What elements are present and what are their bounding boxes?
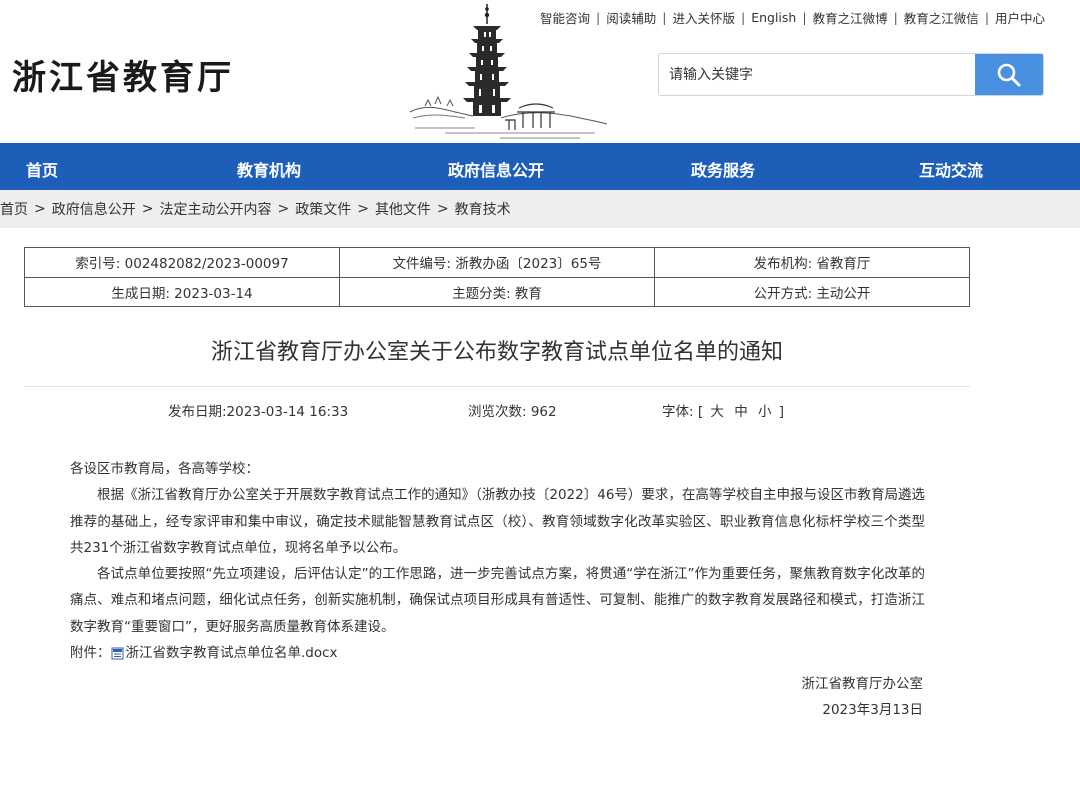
table-row: 索引号: 002482082/2023-00097 文件编号: 浙教办函〔202… [24,247,970,278]
font-size-large-button[interactable]: 大 [710,404,724,420]
breadcrumb-gov-info[interactable]: 政府信息公开 [52,199,136,219]
title-divider [24,386,970,387]
signature-date: 2023年3月13日 [822,702,923,718]
separator: | [984,10,990,25]
link-weibo[interactable]: 教育之江微博 [813,8,888,27]
view-count: 浏览次数: 962 [468,404,557,420]
breadcrumb-other-docs[interactable]: 其他文件 [375,199,431,219]
attachment-row: 附件： 浙江省数字教育试点单位名单.docx [70,640,925,666]
salutation: 各设区市教育局，各高等学校： [70,461,259,477]
breadcrumb-separator: > [141,201,154,217]
meta-index-no: 索引号: 002482082/2023-00097 [24,247,340,278]
breadcrumb-home[interactable]: 首页 [0,199,28,219]
article-paragraph: 各试点单位要按照“先立项建设，后评估认定”的工作思路，进一步完善试点方案，将贯通… [70,566,925,635]
breadcrumb-separator: > [277,201,290,217]
search-button[interactable] [975,54,1043,95]
separator: | [740,10,746,25]
breadcrumb-legal-disclosure[interactable]: 法定主动公开内容 [159,199,271,219]
document-meta-table: 索引号: 002482082/2023-00097 文件编号: 浙教办函〔202… [24,247,970,307]
main-nav: 首页 教育机构 政府信息公开 政务服务 互动交流 [0,143,1080,190]
document-file-icon [111,647,123,660]
article-title: 浙江省教育厅办公室关于公布数字教育试点单位名单的通知 [210,340,783,365]
separator: | [802,10,807,25]
nav-item-institutions[interactable]: 教育机构 [237,157,301,181]
font-size-medium-button[interactable]: 中 [734,404,748,420]
nav-item-gov-info[interactable]: 政府信息公开 [448,157,544,181]
breadcrumb-separator: > [436,201,449,217]
separator: | [596,10,601,25]
meta-doc-no: 文件编号: 浙教办函〔2023〕65号 [339,247,655,278]
breadcrumb-policy-docs[interactable]: 政策文件 [295,199,351,219]
font-size-small-button[interactable]: 小 [758,404,772,420]
font-size-bracket: ] [778,404,785,420]
breadcrumb: 首页 > 政府信息公开 > 法定主动公开内容 > 政策文件 > 其他文件 > 教… [0,190,1080,228]
link-smart-consult[interactable]: 智能咨询 [540,8,590,27]
site-title[interactable]: 浙江省教育厅 [12,50,234,99]
attachment-label: 附件： [70,645,111,662]
breadcrumb-separator: > [357,201,369,217]
meta-created-date: 生成日期: 2023-03-14 [24,276,340,307]
site-header: 浙江省教育厅 智能咨询 | 阅读辅助 | 进入关怀版 | English | 教… [0,0,1080,143]
table-row: 生成日期: 2023-03-14 主题分类: 教育 公开方式: 主动公开 [24,276,970,307]
link-user-center[interactable]: 用户中心 [995,8,1045,27]
link-english[interactable]: English [751,10,796,25]
separator: | [893,10,898,25]
publish-date: 发布日期:2023-03-14 16:33 [168,404,349,420]
breadcrumb-separator: > [34,201,46,217]
font-size-control: 字体: [ 大 中 小 ] [662,400,784,420]
link-reading-assist[interactable]: 阅读辅助 [606,8,656,27]
attachment-link[interactable]: 浙江省数字教育试点单位名单.docx [126,640,338,666]
search-box [658,53,1044,96]
font-size-label: 字体: [ [662,404,704,420]
meta-topic: 主题分类: 教育 [339,276,655,307]
nav-item-gov-service[interactable]: 政务服务 [691,157,755,181]
article-paragraph: 根据《浙江省教育厅办公室关于开展数字教育试点工作的通知》（浙教办技〔2022〕4… [70,487,925,556]
nav-item-home[interactable]: 首页 [26,157,58,181]
top-utility-links: 智能咨询 | 阅读辅助 | 进入关怀版 | English | 教育之江微博 |… [540,8,1045,27]
link-wechat[interactable]: 教育之江微信 [904,8,979,27]
meta-issuer: 发布机构: 省教育厅 [654,247,970,278]
search-input[interactable] [659,54,975,95]
link-care-version[interactable]: 进入关怀版 [672,8,735,27]
breadcrumb-edu-tech[interactable]: 教育技术 [455,199,511,219]
signature-org: 浙江省教育厅办公室 [801,676,924,692]
article-body: 各设区市教育局，各高等学校： 根据《浙江省教育厅办公室关于开展数字教育试点工作的… [70,456,925,666]
meta-open-mode: 公开方式: 主动公开 [654,276,970,307]
separator: | [662,10,667,25]
nav-item-interaction[interactable]: 互动交流 [919,157,983,181]
search-icon [997,63,1021,86]
